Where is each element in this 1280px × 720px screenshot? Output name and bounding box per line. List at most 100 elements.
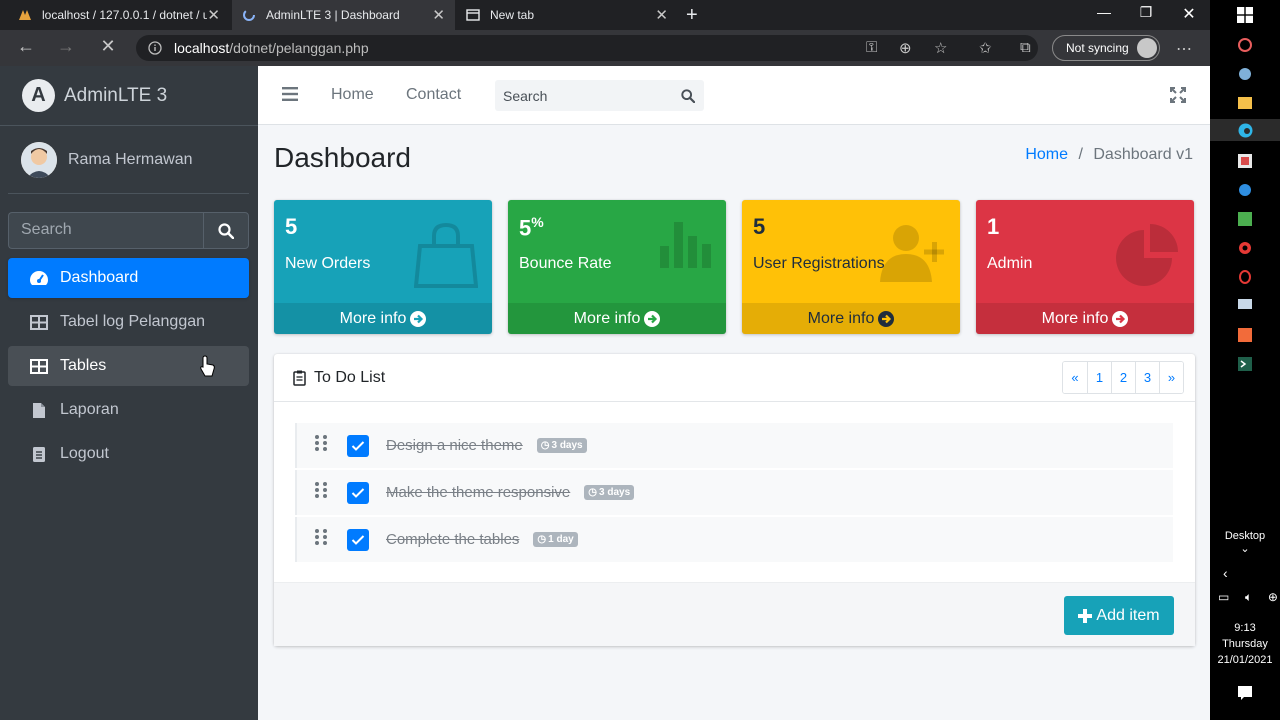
profile-avatar-icon xyxy=(1136,38,1157,58)
app-icon[interactable] xyxy=(1210,324,1280,346)
newtab-icon xyxy=(466,8,480,22)
collections-icon[interactable]: ⧉ xyxy=(1020,39,1031,56)
table-icon xyxy=(29,314,49,330)
minimize-icon[interactable]: — xyxy=(1089,4,1119,20)
chevron-left-icon[interactable]: ‹ xyxy=(1223,565,1228,581)
sidebar-item-tabel-log-pelanggan[interactable]: Tabel log Pelanggan xyxy=(8,302,249,342)
more-info-link[interactable]: More info xyxy=(976,303,1194,334)
terminal-icon[interactable] xyxy=(1210,353,1280,375)
navbar-search-input[interactable]: Search xyxy=(503,88,547,104)
page-3[interactable]: 3 xyxy=(1135,362,1159,393)
page-1[interactable]: 1 xyxy=(1087,362,1111,393)
hamburger-menu-icon[interactable] xyxy=(282,87,298,106)
arrow-circle-right-icon xyxy=(1112,310,1129,327)
browser-tab-dashboard[interactable]: AdminLTE 3 | Dashboard ✕ xyxy=(232,0,455,30)
opera-icon[interactable] xyxy=(1210,266,1280,288)
system-tray: ▭ 🔈︎ ⊕ xyxy=(1218,590,1278,605)
todo-item: Design a nice theme ◷ 3 days xyxy=(295,423,1173,468)
battery-icon[interactable]: ▭ xyxy=(1218,590,1229,605)
brand-link[interactable]: A AdminLTE 3 xyxy=(0,66,258,126)
notification-center-icon[interactable] xyxy=(1238,686,1252,705)
user-name[interactable]: Rama Hermawan xyxy=(68,151,192,169)
todo-card: To Do List « 1 2 3 » Design a nice theme… xyxy=(274,354,1195,646)
sidebar-item-logout[interactable]: Logout xyxy=(8,434,249,474)
arrow-circle-right-icon xyxy=(410,310,427,327)
sidebar-item-laporan[interactable]: Laporan xyxy=(8,390,249,430)
back-icon[interactable]: ← xyxy=(6,36,46,57)
page-next[interactable]: » xyxy=(1159,362,1183,393)
todo-checkbox[interactable] xyxy=(347,481,369,504)
app-icon[interactable] xyxy=(1210,150,1280,172)
add-item-button[interactable]: Add item xyxy=(1064,596,1174,635)
breadcrumb-home-link[interactable]: Home xyxy=(1025,146,1068,163)
forward-icon[interactable]: → xyxy=(46,36,86,57)
window-close-icon[interactable]: ✕ xyxy=(1174,4,1204,24)
fullscreen-icon[interactable] xyxy=(1170,87,1186,108)
close-tab-icon[interactable]: ✕ xyxy=(432,6,445,24)
more-info-link[interactable]: More info xyxy=(508,303,726,334)
search-icon[interactable] xyxy=(672,88,704,103)
drag-handle-icon[interactable] xyxy=(313,528,329,551)
sidebar-search: Search xyxy=(8,212,249,249)
browser-tab-phpmyadmin[interactable]: localhost / 127.0.0.1 / dotnet / us ✕ xyxy=(8,0,230,30)
table-icon xyxy=(29,358,49,374)
main-sidebar: A AdminLTE 3 Rama Hermawan Search Dashbo… xyxy=(0,66,258,720)
breadcrumb: Home / Dashboard v1 xyxy=(1025,146,1193,163)
zoom-icon[interactable]: ⊕ xyxy=(899,39,912,57)
more-menu-icon[interactable]: ⋯ xyxy=(1176,39,1192,59)
breadcrumb-current: Dashboard v1 xyxy=(1093,146,1193,163)
browser-tab-newtab[interactable]: New tab ✕ xyxy=(456,0,678,30)
pagination: « 1 2 3 » xyxy=(1062,361,1184,394)
file-explorer-icon[interactable] xyxy=(1210,92,1280,114)
drag-handle-icon[interactable] xyxy=(313,434,329,457)
close-tab-icon[interactable]: ✕ xyxy=(655,6,668,24)
app-icon[interactable] xyxy=(1210,63,1280,85)
new-tab-icon[interactable]: + xyxy=(686,4,698,27)
profile-sync-button[interactable]: Not syncing xyxy=(1052,35,1160,61)
nav-home-link[interactable]: Home xyxy=(331,86,374,104)
desktop-toolbar-label[interactable]: Desktop ⌄ xyxy=(1210,530,1280,555)
checkmark-icon xyxy=(351,440,365,451)
favorites-icon[interactable]: ✩ xyxy=(979,39,992,57)
divider xyxy=(8,193,249,194)
todo-checkbox[interactable] xyxy=(347,528,369,551)
network-globe-icon[interactable]: ⊕ xyxy=(1268,590,1278,605)
stop-loading-icon[interactable]: ✕ xyxy=(88,36,128,57)
todo-text: Complete the tables xyxy=(386,531,520,548)
app-icon[interactable] xyxy=(1210,237,1280,259)
nav-contact-link[interactable]: Contact xyxy=(406,86,461,104)
time-badge: ◷ 3 days xyxy=(536,438,587,453)
sidebar-search-button[interactable] xyxy=(203,212,249,249)
phpmyadmin-icon xyxy=(18,8,32,22)
restore-icon[interactable]: ❐ xyxy=(1131,4,1161,21)
favorite-star-icon[interactable]: ☆ xyxy=(934,39,947,57)
arrow-circle-right-icon xyxy=(644,310,661,327)
page-prev[interactable]: « xyxy=(1063,362,1087,393)
chevron-down-icon: ⌄ xyxy=(1240,543,1250,555)
info-icon[interactable] xyxy=(148,41,162,55)
stat-box-new-orders: 5 New Orders More info xyxy=(274,200,492,334)
todo-text: Make the theme responsive xyxy=(386,484,571,501)
windows-start-icon[interactable] xyxy=(1210,4,1280,26)
todo-checkbox[interactable] xyxy=(347,434,369,457)
volume-icon[interactable]: 🔈︎ xyxy=(1245,590,1252,605)
more-info-link[interactable]: More info xyxy=(742,303,960,334)
page-2[interactable]: 2 xyxy=(1111,362,1135,393)
taskbar-clock[interactable]: 9:13 Thursday 21/01/2021 xyxy=(1210,620,1280,668)
app-icon[interactable] xyxy=(1210,34,1280,56)
bar-chart-icon xyxy=(660,222,712,273)
shopping-bag-icon xyxy=(413,222,479,293)
more-info-link[interactable]: More info xyxy=(274,303,492,334)
app-icon[interactable] xyxy=(1210,208,1280,230)
app-icon[interactable] xyxy=(1210,295,1280,317)
top-navbar: Home Contact Search xyxy=(258,66,1210,125)
sidebar-item-dashboard[interactable]: Dashboard xyxy=(8,258,249,298)
app-icon[interactable] xyxy=(1210,179,1280,201)
page-title: Dashboard xyxy=(274,142,411,173)
sidebar-search-input[interactable]: Search xyxy=(8,212,203,249)
edge-browser-icon[interactable] xyxy=(1210,119,1280,141)
key-icon[interactable]: ⚿ xyxy=(866,39,877,56)
drag-handle-icon[interactable] xyxy=(313,481,329,504)
close-tab-icon[interactable]: ✕ xyxy=(207,6,220,24)
user-panel[interactable]: Rama Hermawan xyxy=(0,127,258,193)
